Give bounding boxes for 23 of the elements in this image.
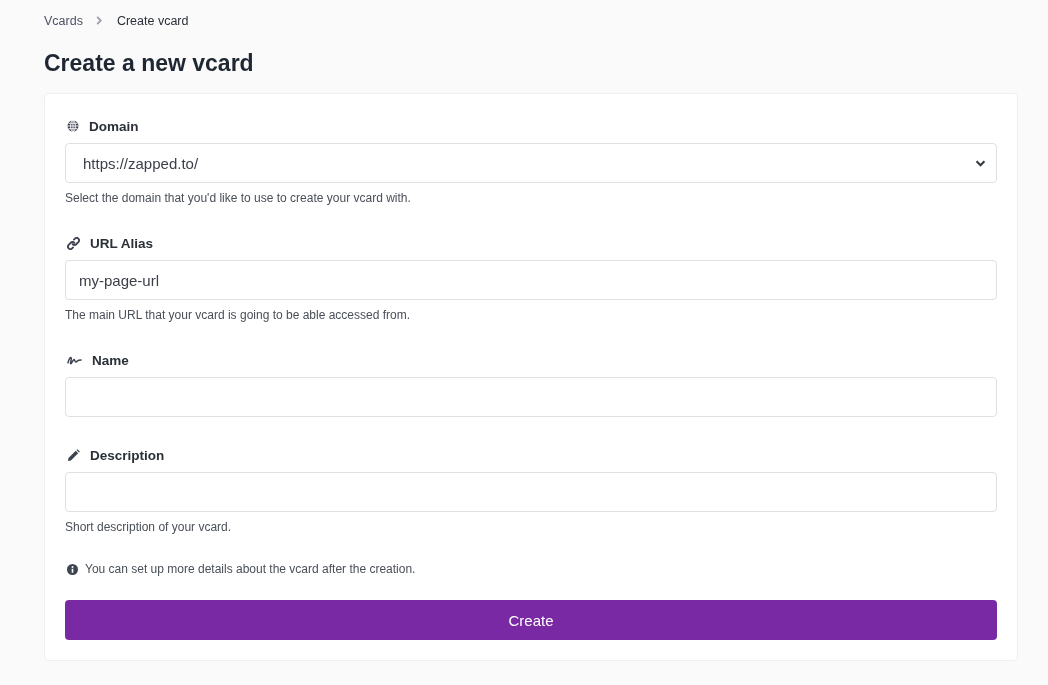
- globe-icon: [67, 120, 79, 132]
- text-input[interactable]: my-page-url: [65, 260, 997, 300]
- chevron-right-icon: [95, 16, 102, 25]
- breadcrumb-link[interactable]: Vcards: [44, 13, 83, 28]
- pencil-icon: [67, 448, 80, 462]
- info-icon: [67, 563, 78, 575]
- field-label: Name: [92, 352, 129, 368]
- field-label: Domain: [89, 118, 139, 134]
- help-text: Select the domain that you'd like to use to create your vcard with.: [65, 191, 412, 205]
- breadcrumb-current: Create vcard: [116, 13, 189, 28]
- link-icon: [67, 236, 80, 250]
- create-button[interactable]: Create: [65, 600, 997, 640]
- help-text: Short description of your vcard.: [65, 520, 233, 534]
- field-label: Description: [90, 447, 165, 463]
- field-label: URL Alias: [90, 235, 154, 251]
- domain-select[interactable]: https://zapped.to/: [65, 143, 997, 183]
- text-input[interactable]: [65, 377, 997, 417]
- page-title: Create a new vcard: [44, 49, 255, 77]
- signature-icon: [67, 355, 82, 365]
- text-input[interactable]: [65, 472, 997, 512]
- help-text: The main URL that your vcard is going to be able accessed from.: [65, 308, 412, 322]
- chevron-down-icon: [975, 159, 986, 167]
- info-note: You can set up more details about the vcard after the creation.: [85, 562, 416, 576]
